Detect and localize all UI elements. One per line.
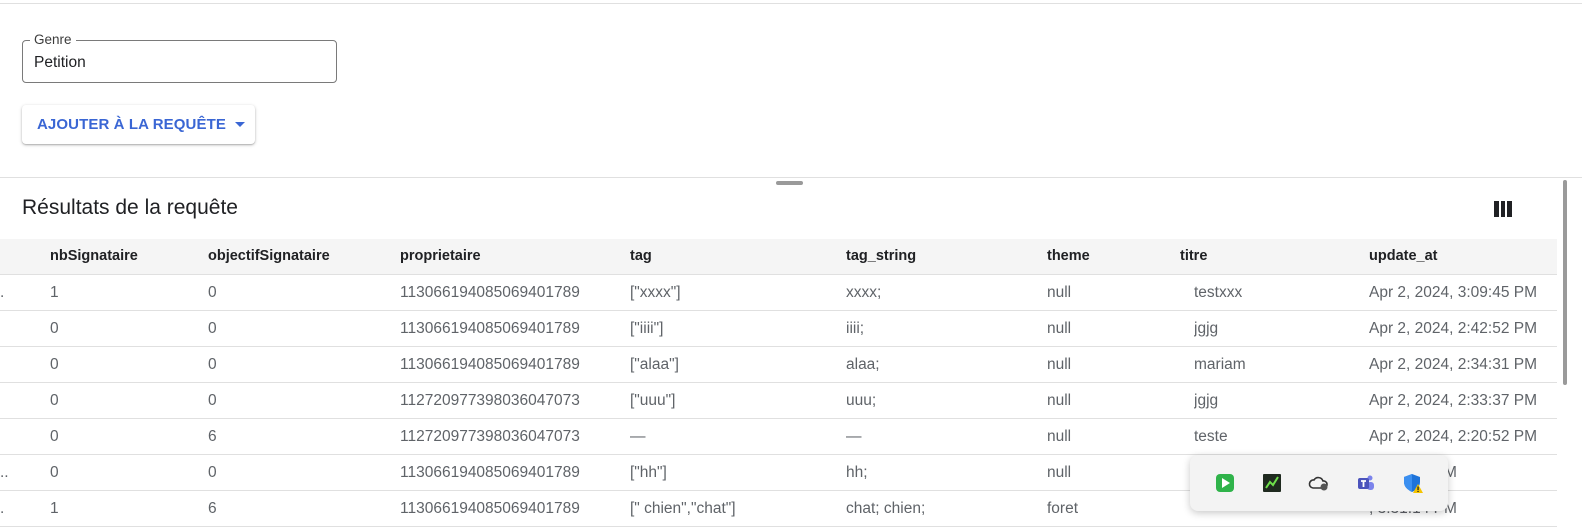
cell-proprietaire: 112720977398036047073 — [400, 428, 580, 445]
cell-tag: ["alaa"] — [630, 356, 679, 373]
cell-objectifsignataire: 0 — [208, 284, 217, 301]
truncated-cell: . — [0, 284, 5, 301]
cell-tag: ["hh"] — [630, 464, 667, 481]
table-row[interactable]: . 1 0 113066194085069401789 ["xxxx"] xxxx; nul… — [0, 275, 1557, 311]
cell-proprietaire: 113066194085069401789 — [400, 464, 580, 481]
cell-update-at: Apr 2, 2024, 2:34:31 PM — [1369, 356, 1538, 373]
column-header-objectifsignataire[interactable]: objectifSignataire — [208, 239, 330, 274]
column-header-nbsignataire[interactable]: nbSignataire — [50, 239, 138, 274]
system-tray-popup — [1190, 455, 1448, 511]
cell-tag-string: xxxx; — [846, 284, 882, 301]
cell-tag: — — [630, 428, 646, 445]
table-row[interactable]: 0 6 112720977398036047073 — — null teste Apr 2,… — [0, 419, 1557, 455]
genre-value[interactable]: Petition — [34, 54, 86, 72]
cell-objectifsignataire: 0 — [208, 320, 217, 337]
cell-theme: null — [1047, 428, 1072, 445]
vertical-scrollbar[interactable] — [1563, 180, 1567, 385]
media-player-icon[interactable] — [1214, 472, 1236, 494]
column-header-proprietaire[interactable]: proprietaire — [400, 239, 481, 274]
cell-objectifsignataire: 0 — [208, 356, 217, 373]
cell-nbsignataire: 0 — [50, 464, 59, 481]
cell-tag-string: alaa; — [846, 356, 880, 373]
table-row[interactable]: 0 0 113066194085069401789 ["iiii"] iiii; null… — [0, 311, 1557, 347]
cell-theme: null — [1047, 284, 1072, 301]
truncated-cell — [0, 311, 10, 346]
cell-tag: ["uuu"] — [630, 392, 676, 409]
results-title: Résultats de la requête — [22, 196, 238, 219]
cell-tag: ["xxxx"] — [630, 284, 681, 301]
cell-nbsignataire: 1 — [50, 284, 59, 301]
cell-update-at: Apr 2, 2024, 2:42:52 PM — [1369, 320, 1538, 337]
security-warning-icon[interactable] — [1402, 472, 1424, 494]
cell-update-at: Apr 2, 2024, 3:09:45 PM — [1369, 284, 1538, 301]
truncated-cell — [0, 419, 10, 454]
section-divider — [0, 177, 1582, 178]
add-to-query-button[interactable]: AJOUTER À LA REQUÊTE — [22, 105, 255, 144]
table-row[interactable]: 0 0 112720977398036047073 ["uuu"] uuu; null jg… — [0, 383, 1557, 419]
cell-objectifsignataire: 0 — [208, 464, 217, 481]
cell-titre: testxxx — [1194, 284, 1243, 301]
cell-tag-string: iiii; — [846, 320, 865, 337]
cell-proprietaire: 113066194085069401789 — [400, 356, 580, 373]
cell-nbsignataire: 0 — [50, 392, 59, 409]
columns-icon[interactable] — [1494, 201, 1513, 217]
cell-titre: jgjg — [1194, 392, 1219, 409]
truncated-cell — [0, 383, 10, 418]
cell-titre: mariam — [1194, 356, 1246, 373]
cell-objectifsignataire: 0 — [208, 392, 217, 409]
cell-nbsignataire: 0 — [50, 428, 59, 445]
column-header-update-at[interactable]: update_at — [1369, 239, 1438, 274]
cell-theme: null — [1047, 392, 1072, 409]
resize-handle[interactable] — [776, 181, 803, 185]
cell-titre: jgjg — [1194, 320, 1219, 337]
column-header-titre[interactable]: titre — [1180, 239, 1207, 274]
cell-tag-string: hh; — [846, 464, 868, 481]
cell-proprietaire: 113066194085069401789 — [400, 320, 580, 337]
table-header: nbSignataire objectifSignataire propriet… — [0, 239, 1557, 275]
column-header-tag-string[interactable]: tag_string — [846, 239, 916, 274]
add-to-query-label: AJOUTER À LA REQUÊTE — [37, 116, 226, 133]
teams-icon[interactable] — [1355, 472, 1377, 494]
cell-update-at: Apr 2, 2024, 2:33:37 PM — [1369, 392, 1538, 409]
cell-theme: null — [1047, 356, 1072, 373]
cell-tag: ["iiii"] — [630, 320, 664, 337]
cell-titre: teste — [1194, 428, 1228, 445]
cell-proprietaire: 113066194085069401789 — [400, 284, 580, 301]
column-header-theme[interactable]: theme — [1047, 239, 1090, 274]
terminal-icon[interactable] — [1261, 472, 1283, 494]
cell-objectifsignataire: 6 — [208, 428, 217, 445]
truncated-cell — [0, 347, 10, 382]
genre-label: Genre — [30, 32, 76, 47]
column-header-tag[interactable]: tag — [630, 239, 652, 274]
cell-proprietaire: 112720977398036047073 — [400, 392, 580, 409]
cell-tag-string: — — [846, 428, 862, 445]
genre-field[interactable]: Genre Petition — [22, 32, 337, 83]
truncated-cell: ... — [0, 464, 10, 481]
top-divider — [0, 3, 1582, 4]
table-row[interactable]: 0 0 113066194085069401789 ["alaa"] alaa; null… — [0, 347, 1557, 383]
caret-down-icon — [234, 122, 245, 127]
cell-nbsignataire: 0 — [50, 320, 59, 337]
cell-theme: null — [1047, 320, 1072, 337]
cell-theme: null — [1047, 464, 1072, 481]
onedrive-cloud-icon[interactable] — [1308, 472, 1330, 494]
cell-nbsignataire: 0 — [50, 356, 59, 373]
cell-tag-string: uuu; — [846, 392, 877, 409]
cell-update-at: Apr 2, 2024, 2:20:52 PM — [1369, 428, 1538, 445]
